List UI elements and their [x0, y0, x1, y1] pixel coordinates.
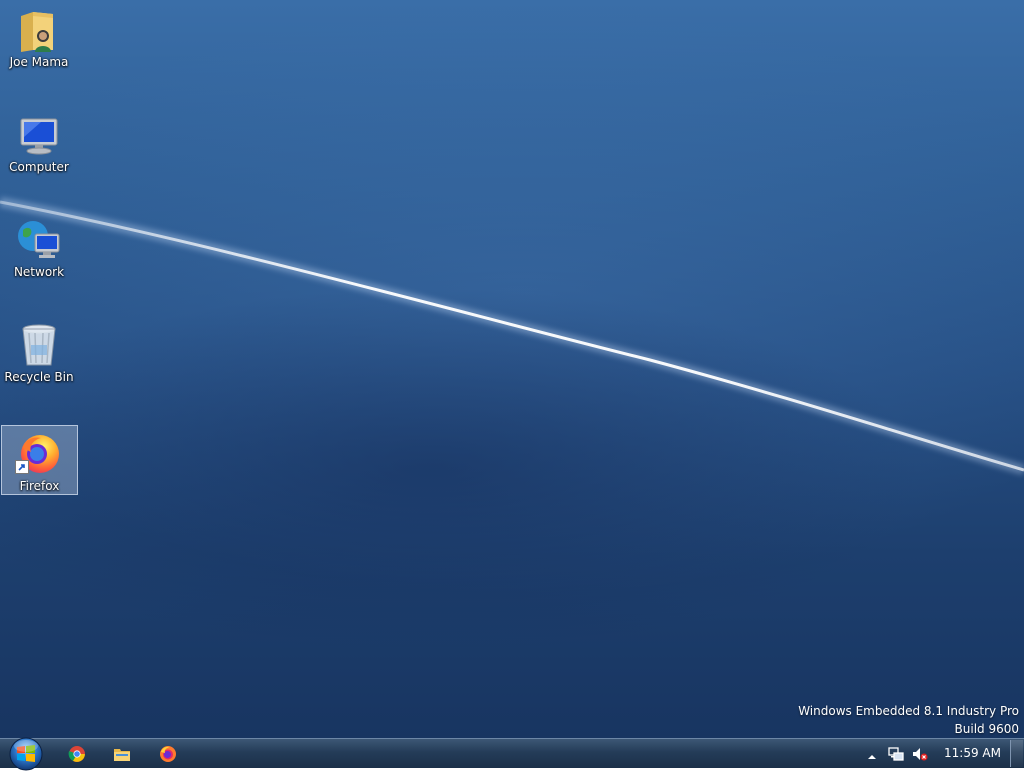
taskbar: 11:59 AM — [0, 735, 1024, 771]
desktop-icon-joe-mama[interactable]: Joe Mama — [2, 2, 76, 72]
show-hidden-icons-chevron[interactable] — [866, 748, 878, 760]
taskbar-clock[interactable]: 11:59 AM — [944, 746, 1001, 760]
taskbar-pinned-firefox[interactable] — [147, 742, 189, 766]
user-folder-icon — [15, 6, 63, 54]
windows-start-orb-icon — [9, 737, 43, 771]
windows-version-watermark: Windows Embedded 8.1 Industry Pro Build … — [798, 702, 1019, 738]
firefox-icon — [160, 746, 176, 762]
desktop-icon-label: Recycle Bin — [4, 370, 74, 384]
chrome-icon — [68, 746, 85, 762]
desktop-icon-label: Firefox — [19, 479, 60, 493]
desktop-icon-label: Network — [13, 265, 65, 279]
network-icon — [15, 216, 63, 264]
desktop[interactable]: Joe Mama Computer Network Recycle Bin Fi… — [0, 0, 1024, 738]
computer-icon — [15, 111, 63, 159]
system-tray: 11:59 AM — [860, 739, 1024, 768]
desktop-icon-computer[interactable]: Computer — [2, 107, 76, 177]
desktop-icon-firefox[interactable]: Firefox — [1, 425, 78, 495]
desktop-icon-network[interactable]: Network — [2, 212, 76, 282]
taskbar-pinned-file-explorer[interactable] — [101, 742, 143, 766]
file-explorer-icon — [114, 749, 130, 761]
watermark-edition: Windows Embedded 8.1 Industry Pro — [798, 704, 1019, 718]
volume-muted-icon[interactable] — [912, 746, 928, 762]
desktop-icon-label: Joe Mama — [9, 55, 69, 69]
watermark-build: Build 9600 — [954, 722, 1019, 736]
taskbar-pinned-chrome[interactable] — [56, 742, 98, 766]
start-button[interactable] — [6, 735, 46, 771]
shortcut-arrow-icon — [15, 460, 29, 474]
show-desktop-button[interactable] — [1010, 740, 1023, 767]
wallpaper-light-streak — [0, 197, 1024, 475]
recycle-bin-icon — [15, 321, 63, 369]
desktop-icon-label: Computer — [9, 160, 69, 174]
network-status-icon[interactable] — [888, 746, 904, 762]
desktop-icon-recycle-bin[interactable]: Recycle Bin — [2, 317, 76, 387]
